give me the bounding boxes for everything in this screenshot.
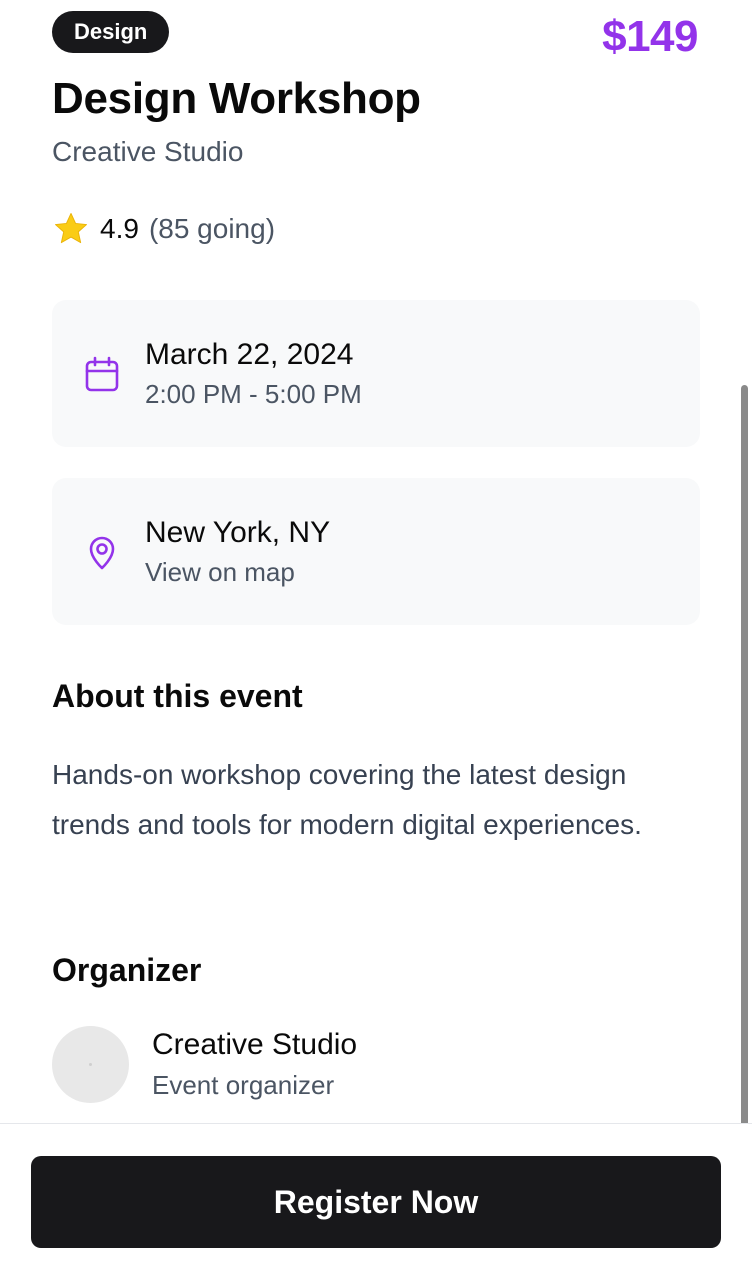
event-date: March 22, 2024 [145,338,354,371]
attendance-count: (85 going) [148,213,276,244]
star-icon [55,213,87,244]
about-heading: About this event [52,678,303,714]
event-location: New York, NY [145,516,331,549]
event-host: Creative Studio [52,136,244,167]
event-detail-page: Design $149 Design Workshop Creative Stu… [0,0,752,1280]
footer-bar: Register Now [0,1123,752,1280]
organizer-name: Creative Studio [152,1028,358,1061]
location-card[interactable]: New York, NY View on map [52,478,700,625]
event-price: $149 [602,12,698,61]
category-badge: Design [52,11,170,53]
organizer-heading: Organizer [52,952,202,988]
date-card[interactable]: March 22, 2024 2:00 PM - 5:00 PM [52,300,700,447]
event-rating: 4.9 (85 going) [52,210,275,248]
map-pin-icon [89,536,115,569]
about-description: Hands-on workshop covering the latest de… [52,759,642,840]
event-title: Design Workshop [52,74,421,123]
organizer-row[interactable]: Creative Studio Event organizer [52,1026,357,1103]
event-time: 2:00 PM - 5:00 PM [145,379,362,409]
calendar-icon [85,356,119,391]
view-on-map-link[interactable]: View on map [145,557,330,588]
register-button[interactable]: Register Now [31,1156,721,1248]
avatar [52,1026,129,1103]
organizer-role: Event organizer [152,1070,335,1100]
rating-score: 4.9 [100,213,139,244]
